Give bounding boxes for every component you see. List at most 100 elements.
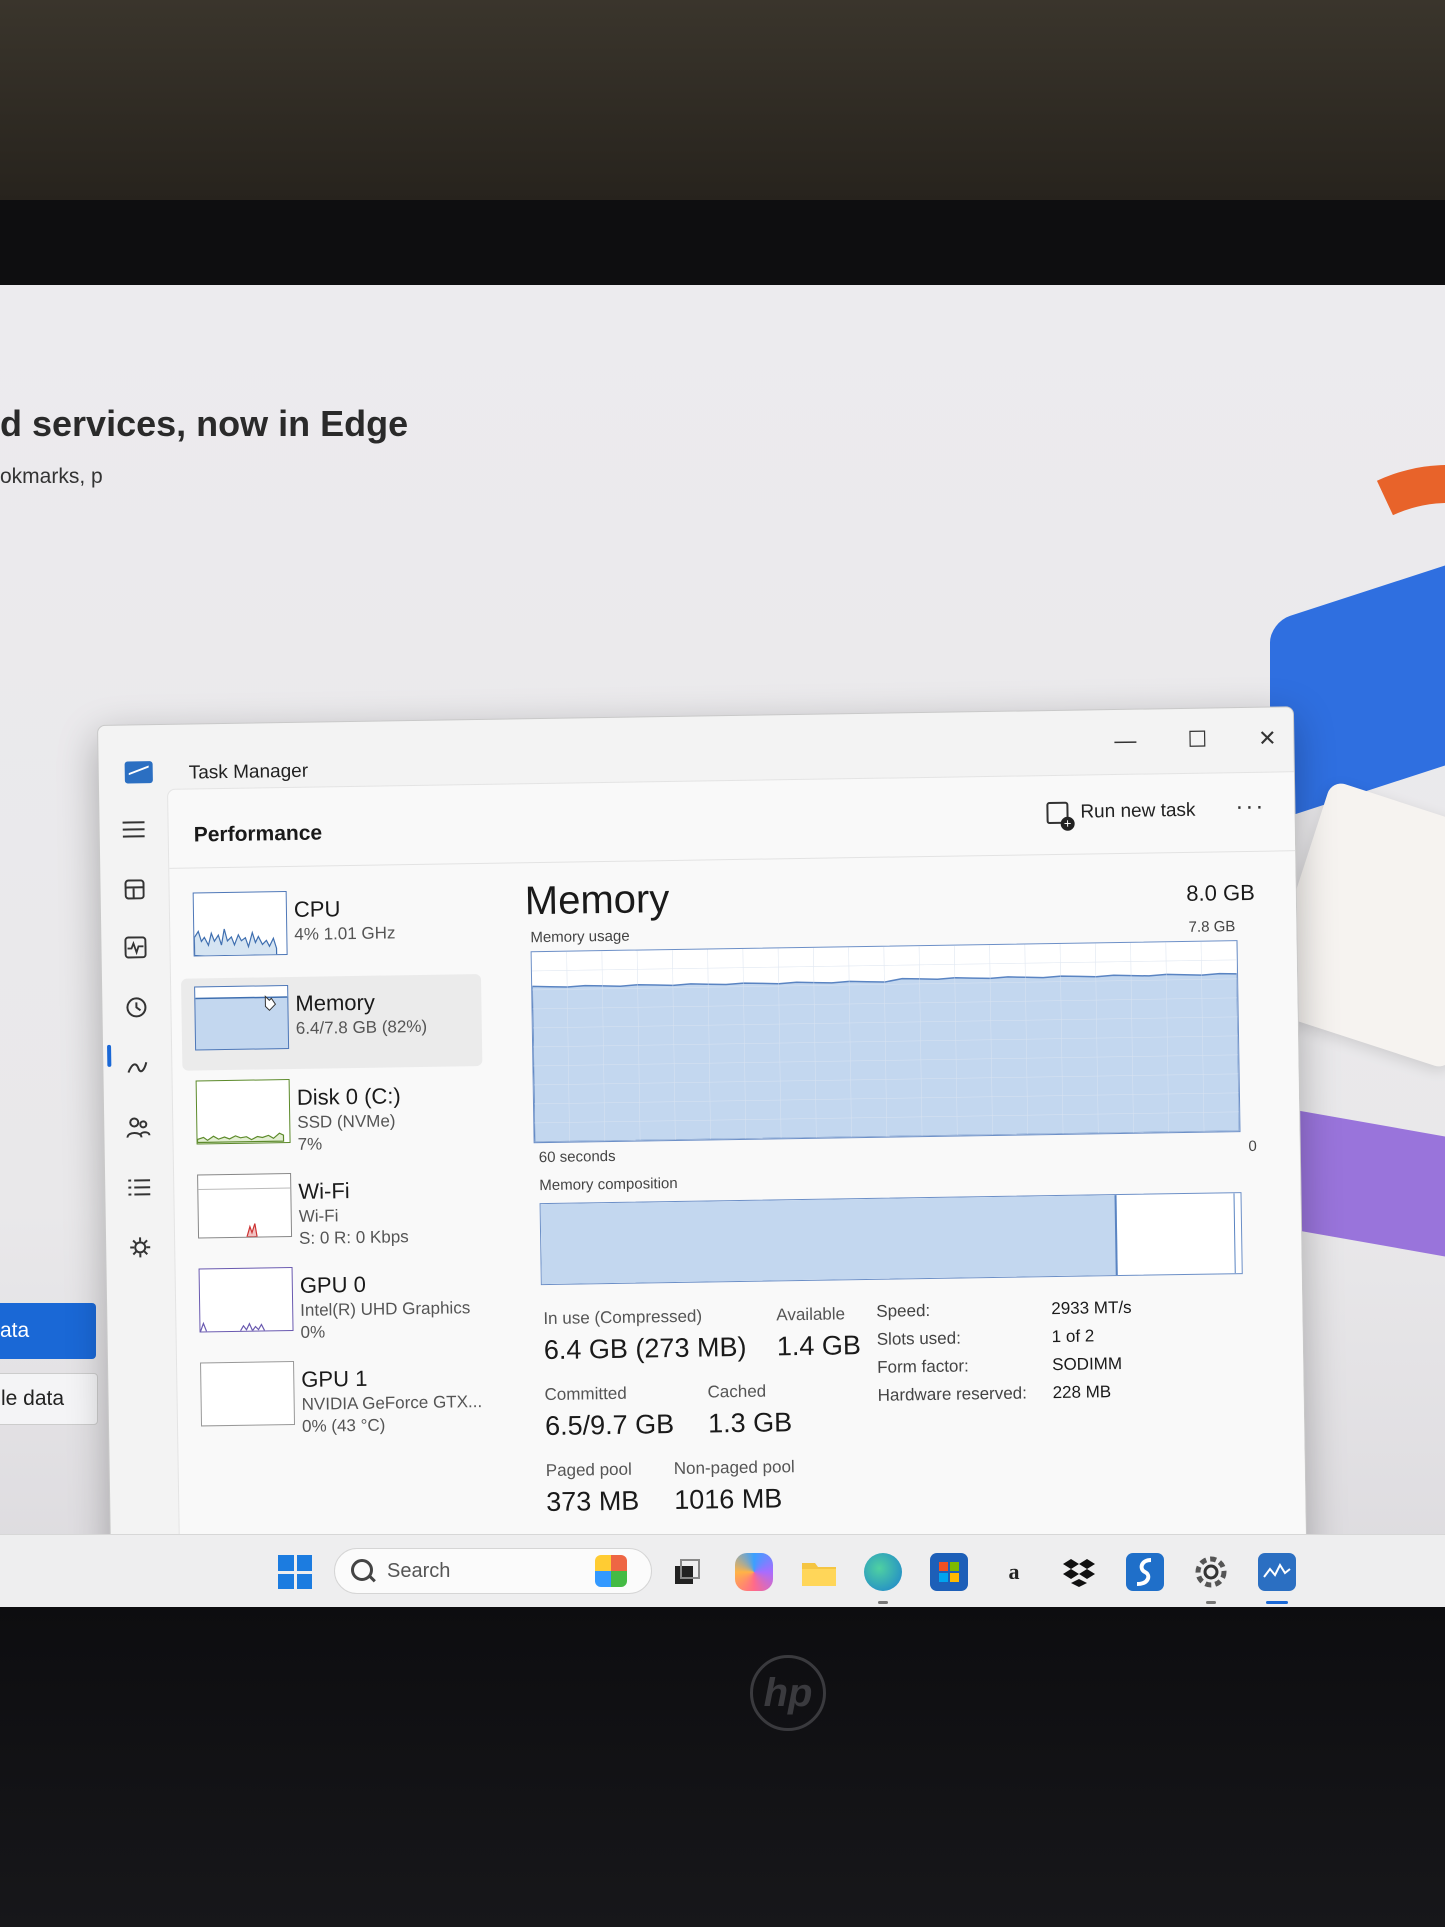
start-logo-tile — [296, 1555, 312, 1571]
microsoft-store-icon[interactable] — [930, 1553, 968, 1591]
wifi-thumbnail-graph — [197, 1173, 293, 1239]
start-button[interactable] — [278, 1555, 312, 1589]
gpu1-thumbnail-graph — [200, 1360, 296, 1427]
cached-value: 1.3 GB — [707, 1407, 793, 1439]
resource-item-cpu[interactable]: CPU 4% 1.01 GHz — [180, 880, 481, 977]
resource-item-gpu0[interactable]: GPU 0 Intel(R) UHD Graphics 0% — [185, 1256, 486, 1353]
disk-thumbnail-graph — [195, 1079, 291, 1145]
task-manager-active-indicator — [1266, 1601, 1288, 1604]
app-history-icon[interactable] — [116, 987, 157, 1028]
hardware-reserved-value: 228 MB — [1052, 1382, 1112, 1403]
memory-thumbnail-graph — [194, 985, 290, 1051]
memory-usage-max: 7.8 GB — [1188, 918, 1236, 936]
composition-in-use — [540, 1195, 1118, 1285]
active-nav-indicator — [107, 1044, 112, 1067]
processes-icon[interactable] — [114, 869, 155, 910]
close-button[interactable]: ✕ — [1247, 721, 1288, 756]
window-title: Task Manager — [188, 760, 309, 784]
memory-total: 8.0 GB — [1186, 879, 1255, 906]
graph-time-end: 0 — [1248, 1137, 1257, 1155]
settings-icon[interactable] — [1192, 1553, 1230, 1591]
start-logo-tile — [296, 1573, 312, 1589]
in-use-value: 6.4 GB (273 MB) — [543, 1331, 747, 1366]
cached-label: Cached — [707, 1381, 767, 1402]
start-logo-tile — [278, 1555, 294, 1571]
screen: d services, now in Edge okmarks, p ata l… — [0, 285, 1445, 1607]
resource-detail: 0% — [300, 1322, 326, 1342]
search-placeholder: Search — [387, 1560, 451, 1582]
slots-value: 1 of 2 — [1051, 1326, 1095, 1347]
edge-running-indicator — [878, 1601, 888, 1604]
resource-list: CPU 4% 1.01 GHz Memory 6.4/7.8 GB (82%) … — [180, 880, 489, 1449]
services-icon[interactable] — [120, 1227, 161, 1268]
resource-detail: 0% (43 °C) — [301, 1415, 386, 1436]
task-view-icon[interactable] — [668, 1553, 706, 1591]
task-manager-window: Task Manager — ☐ ✕ Performance + Run new… — [97, 706, 1308, 1607]
resource-detail: Wi-Fi — [298, 1206, 339, 1226]
resource-title: Wi-Fi — [298, 1178, 350, 1204]
task-manager-taskbar-icon[interactable] — [1258, 1553, 1296, 1591]
hp-logo: hp — [750, 1655, 826, 1731]
resource-item-memory[interactable]: Memory 6.4/7.8 GB (82%) — [180, 973, 483, 1071]
run-new-task-button[interactable]: Run new task — [1046, 794, 1196, 830]
background-secondary-button[interactable]: le data — [0, 1373, 98, 1425]
form-factor-label: Form factor: — [877, 1356, 969, 1377]
resource-title: Memory — [295, 989, 376, 1016]
edge-icon[interactable] — [864, 1553, 902, 1591]
memory-usage-chart — [531, 941, 1241, 1143]
non-paged-pool-value: 1016 MB — [674, 1483, 783, 1516]
paged-pool-label: Paged pool — [545, 1459, 632, 1481]
resource-item-disk[interactable]: Disk 0 (C:) SSD (NVMe) 7% — [182, 1068, 483, 1165]
search-icon — [351, 1559, 373, 1581]
slots-label: Slots used: — [876, 1328, 961, 1349]
speed-label: Speed: — [876, 1300, 931, 1321]
memory-composition-label: Memory composition — [539, 1174, 678, 1195]
start-logo-tile — [278, 1573, 294, 1589]
copilot-icon[interactable] — [735, 1553, 773, 1591]
details-icon[interactable] — [119, 1167, 160, 1208]
dropbox-icon[interactable] — [1060, 1553, 1098, 1591]
memory-usage-graph — [530, 940, 1241, 1144]
resource-title: GPU 0 — [299, 1271, 367, 1298]
laptop-bezel-bottom — [0, 1607, 1445, 1927]
non-paged-pool-label: Non-paged pool — [673, 1457, 795, 1479]
committed-value: 6.5/9.7 GB — [544, 1409, 675, 1442]
sharpkeys-icon[interactable] — [1126, 1553, 1164, 1591]
resource-item-gpu1[interactable]: GPU 1 NVIDIA GeForce GTX... 0% (43 °C) — [187, 1350, 488, 1447]
minimize-button[interactable]: — — [1105, 724, 1146, 759]
maximize-button[interactable]: ☐ — [1177, 722, 1218, 757]
resource-detail: NVIDIA GeForce GTX... — [301, 1392, 483, 1414]
memory-usage-label: Memory usage — [530, 927, 630, 947]
file-explorer-icon[interactable] — [800, 1553, 838, 1591]
resource-title: CPU — [293, 896, 341, 922]
resource-item-wifi[interactable]: Wi-Fi Wi-Fi S: 0 R: 0 Kbps — [184, 1162, 485, 1259]
background-page-heading: d services, now in Edge — [0, 403, 409, 444]
taskbar-search-box[interactable]: Search — [334, 1548, 652, 1594]
amazon-icon[interactable]: a — [995, 1553, 1033, 1591]
hardware-reserved-label: Hardware reserved: — [877, 1383, 1028, 1405]
hamburger-menu-icon[interactable] — [113, 809, 154, 850]
graph-time-span: 60 seconds — [538, 1147, 616, 1167]
resource-title: GPU 1 — [301, 1365, 368, 1392]
performance-icon[interactable] — [115, 927, 156, 968]
cpu-thumbnail-graph — [192, 891, 288, 957]
task-manager-app-icon — [124, 761, 153, 784]
users-icon[interactable] — [118, 1107, 159, 1148]
startup-apps-icon[interactable] — [117, 1047, 158, 1088]
resource-detail: SSD (NVMe) — [297, 1111, 396, 1132]
run-new-task-label: Run new task — [1080, 799, 1196, 823]
resource-detail: S: 0 R: 0 Kbps — [298, 1227, 409, 1248]
pane-header: Performance Run new task ··· — [168, 772, 1297, 869]
settings-running-indicator — [1206, 1601, 1216, 1604]
memory-detail-panel: Memory 8.0 GB Memory usage 7.8 GB 60 sec… — [524, 868, 1264, 1517]
paged-pool-value: 373 MB — [546, 1485, 640, 1518]
speed-value: 2933 MT/s — [1051, 1297, 1132, 1319]
taskbar: Search a — [0, 1534, 1445, 1607]
available-label: Available — [776, 1304, 846, 1325]
background-primary-button[interactable]: ata — [0, 1303, 96, 1359]
resource-detail: 6.4/7.8 GB (82%) — [295, 1016, 428, 1038]
composition-standby — [1114, 1193, 1236, 1276]
wall-background — [0, 0, 1445, 200]
more-options-button[interactable]: ··· — [1235, 793, 1265, 821]
detail-title: Memory — [524, 877, 670, 924]
